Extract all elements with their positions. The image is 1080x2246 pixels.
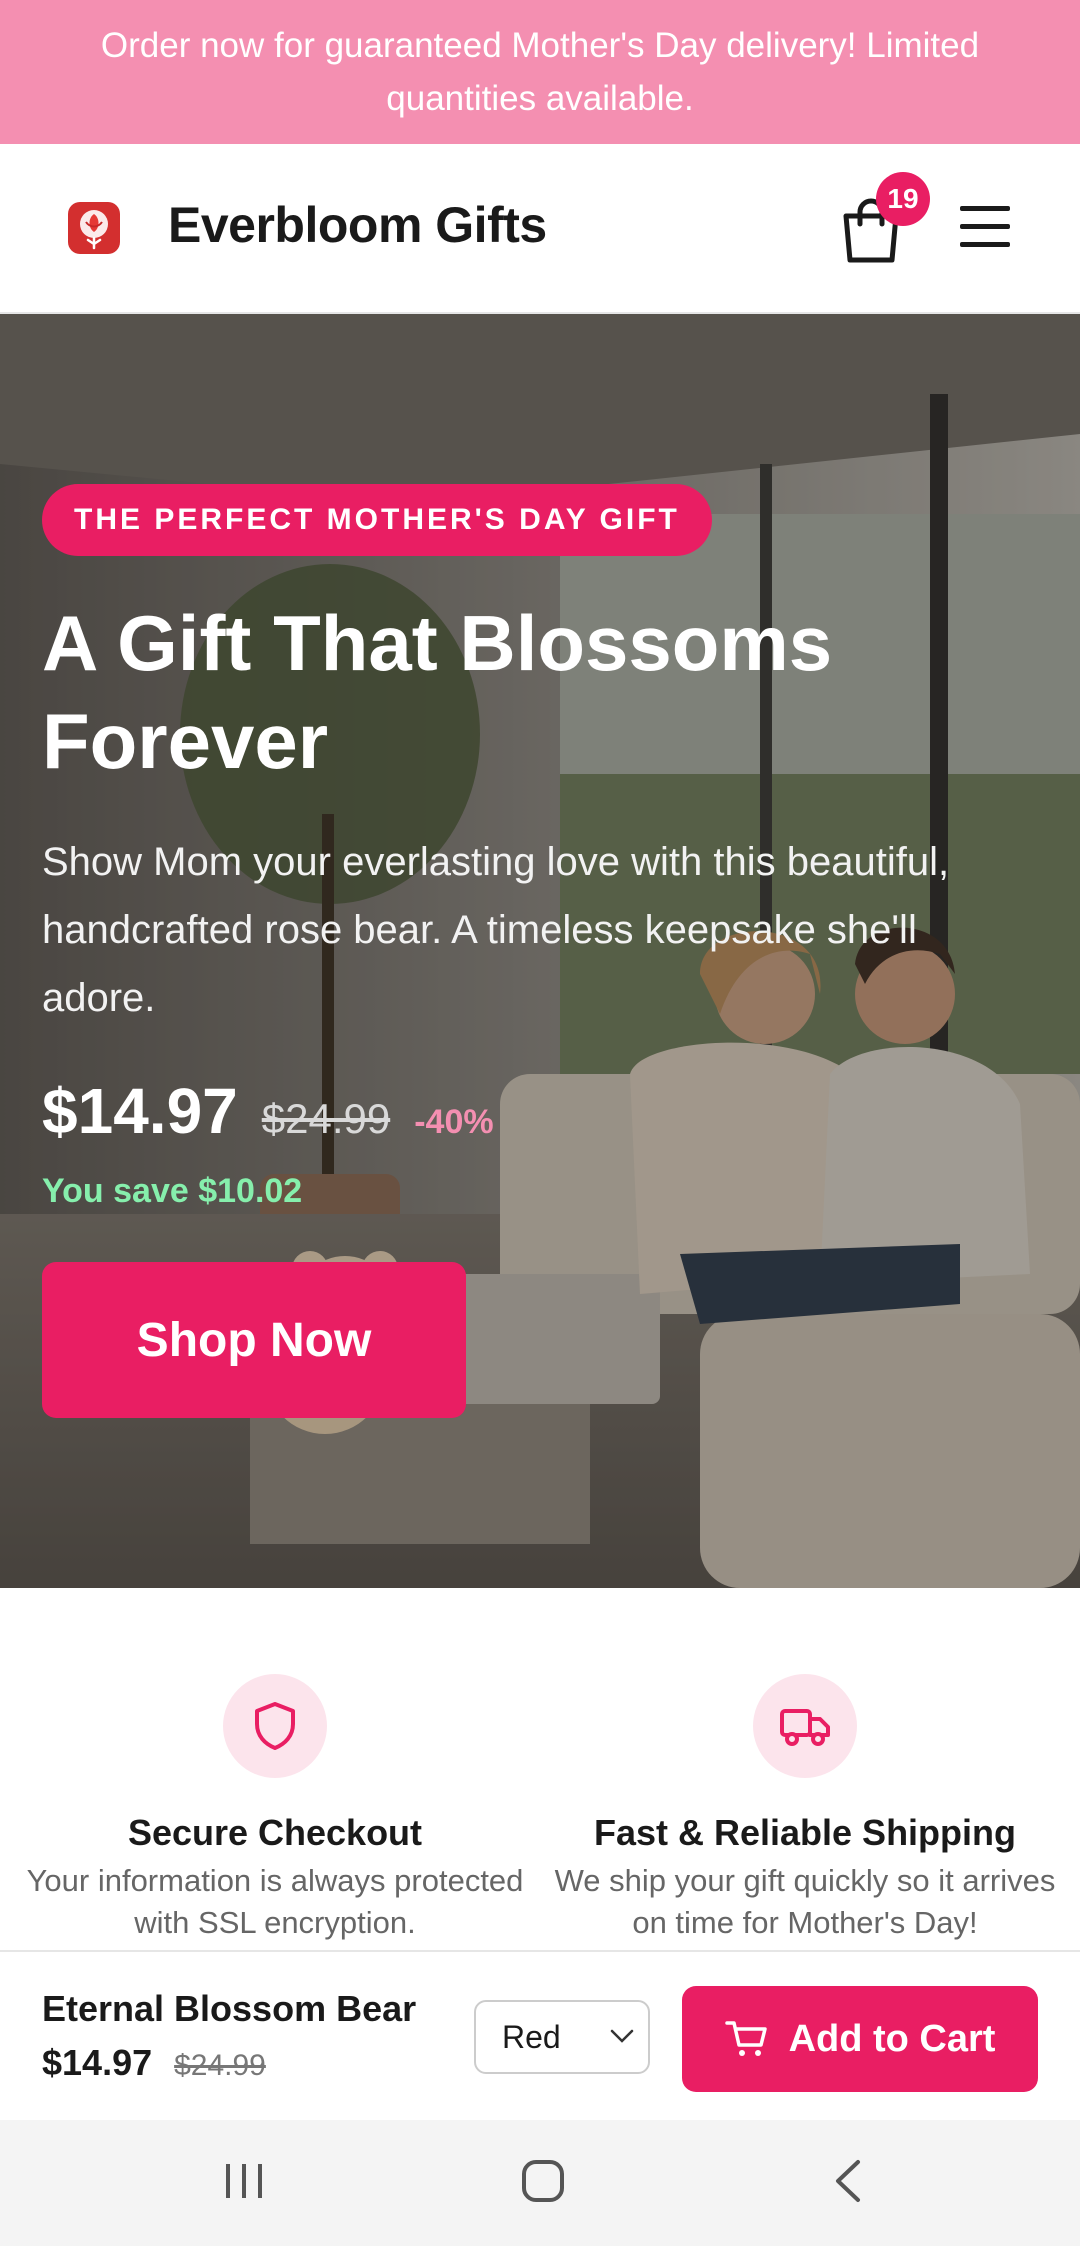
announcement-bar: Order now for guaranteed Mother's Day de…	[0, 0, 1080, 144]
add-to-cart-button[interactable]: Add to Cart	[682, 1986, 1038, 2092]
hamburger-menu-icon[interactable]	[958, 202, 1012, 252]
site-header: Everbloom Gifts 19	[0, 144, 1080, 314]
home-icon[interactable]	[518, 2156, 568, 2206]
variant-selected-value: Red	[502, 2019, 561, 2055]
hero-original-price: $24.99	[261, 1095, 391, 1142]
features-section: Secure Checkout Your information is alwa…	[0, 1588, 1080, 1950]
cart-count-badge: 19	[876, 172, 930, 226]
truck-icon	[780, 1709, 830, 1746]
sticky-current-price: $14.97	[42, 2042, 153, 2083]
feature-text: We ship your gift quickly so it arrives …	[554, 1863, 1056, 1940]
hero-description: Show Mom your everlasting love with this…	[42, 840, 950, 1020]
variant-select[interactable]: Red	[474, 2000, 650, 2074]
cart-icon	[724, 2021, 767, 2056]
feature-title: Fast & Reliable Shipping	[593, 1812, 1017, 1853]
brand-name[interactable]: Everbloom Gifts	[168, 196, 547, 254]
back-icon[interactable]	[828, 2156, 868, 2206]
system-navigation-bar	[0, 2120, 1080, 2246]
feature-text: Your information is always protected wit…	[26, 1863, 524, 1940]
sticky-product-name: Eternal Blossom Bear	[42, 1988, 417, 2029]
hero-price-row: $14.97 $24.99 -40%	[42, 1074, 494, 1148]
shield-icon	[255, 1702, 295, 1750]
rose-logo-icon[interactable]	[66, 200, 122, 256]
sticky-original-price: $24.99	[174, 2049, 266, 2082]
feature-title: Secure Checkout	[127, 1812, 423, 1853]
feature-icon-wrapper	[753, 1674, 857, 1778]
feature-icon-wrapper	[223, 1674, 327, 1778]
recent-apps-icon[interactable]	[222, 2156, 266, 2206]
hero-tag-badge: THE PERFECT MOTHER'S DAY GIFT	[42, 484, 712, 556]
feature-secure-checkout: Secure Checkout Your information is alwa…	[15, 1674, 535, 1944]
sticky-add-to-cart-bar: Eternal Blossom Bear $14.97 $24.99 Red A…	[0, 1950, 1080, 2120]
hero-discount-label: -40%	[414, 1103, 494, 1141]
sticky-price-row: $14.97 $24.99	[42, 2042, 266, 2084]
hero-title: A Gift That Blossoms Forever	[42, 599, 833, 785]
chevron-down-icon	[610, 2029, 634, 2043]
hero-savings-text: You save $10.02	[42, 1172, 303, 1210]
shop-now-button[interactable]: Shop Now	[42, 1262, 466, 1418]
announcement-text: Order now for guaranteed Mother's Day de…	[100, 26, 980, 118]
feature-fast-shipping: Fast & Reliable Shipping We ship your gi…	[545, 1674, 1065, 1944]
hero-current-price: $14.97	[42, 1075, 238, 1147]
hero-section: THE PERFECT MOTHER'S DAY GIFT A Gift Tha…	[0, 314, 1080, 1588]
add-to-cart-label: Add to Cart	[788, 2017, 996, 2060]
